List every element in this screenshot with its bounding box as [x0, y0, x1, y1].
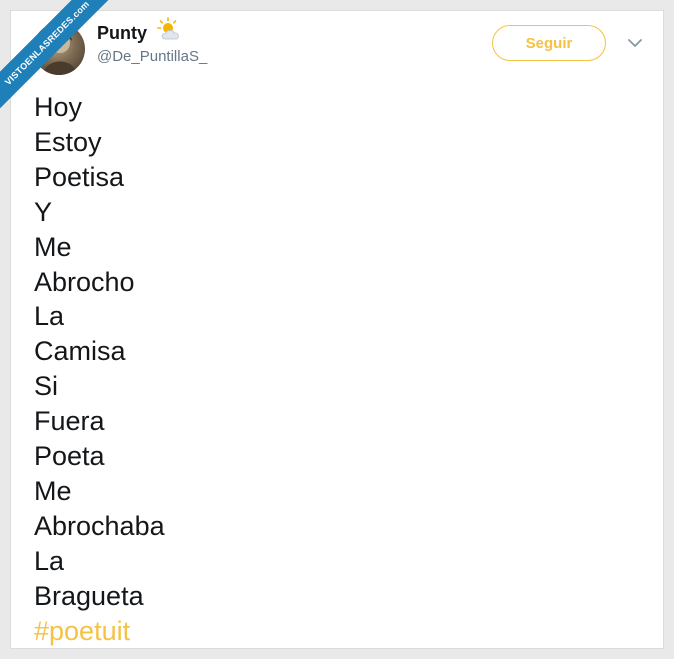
tweet-line: Me	[34, 475, 72, 506]
tweet-line: Y	[34, 196, 53, 227]
tweet-line: Hoy	[34, 92, 83, 122]
avatar-portrait-icon	[43, 32, 77, 75]
follow-button[interactable]: Seguir	[492, 25, 606, 61]
tweet-line: Fuera	[34, 406, 105, 437]
tweet-line: Bragueta	[34, 580, 144, 611]
tweet-card: Punty @De_PuntillaS_ Seguir Hoy Estoy Po…	[10, 10, 664, 649]
hashtag-link[interactable]: #poetuit	[34, 614, 165, 648]
sun-behind-cloud-icon	[157, 17, 179, 40]
tweet-line: Abrocho	[34, 266, 135, 297]
tweet-line: La	[34, 545, 65, 576]
tweet-text: Hoy Estoy Poetisa Y Me Abrocho La Camisa…	[34, 90, 165, 648]
tweet-line: La	[34, 301, 65, 332]
tweet-line: Poetisa	[34, 161, 125, 192]
tweet-line: Estoy	[34, 126, 102, 157]
tweet-line: Me	[34, 231, 72, 262]
tweet-line: Camisa	[34, 336, 126, 367]
tweet-line: Abrochaba	[34, 510, 165, 541]
user-handle[interactable]: @De_PuntillaS_	[97, 48, 207, 65]
tweet-line: Poeta	[34, 441, 105, 472]
user-name[interactable]: Punty	[97, 23, 147, 44]
chevron-down-icon[interactable]	[626, 36, 644, 50]
tweet-line: Si	[34, 371, 59, 402]
avatar[interactable]	[33, 23, 85, 75]
